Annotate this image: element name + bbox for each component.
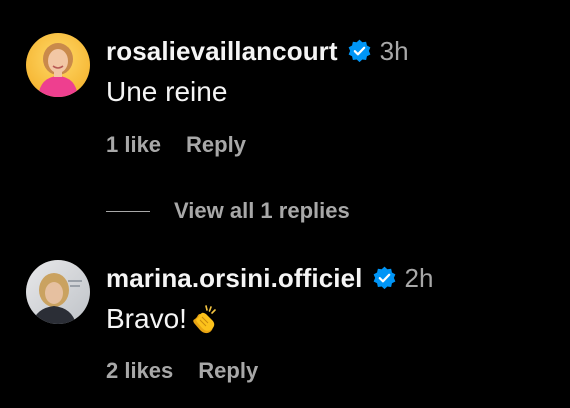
verified-badge-icon: [347, 39, 372, 64]
reply-button[interactable]: Reply: [198, 358, 258, 384]
comment-text: Bravo!: [106, 301, 221, 337]
verified-badge-icon: [372, 266, 397, 291]
comment-text: Une reine: [106, 76, 228, 107]
avatar[interactable]: [26, 33, 90, 97]
comment-header: marina.orsini.officiel 2h: [106, 263, 433, 294]
username[interactable]: marina.orsini.officiel: [106, 263, 363, 294]
comment-time: 2h: [404, 263, 434, 293]
comment-text-content: Bravo!: [106, 303, 187, 334]
view-replies-label: View all 1 replies: [174, 198, 350, 223]
comment-time: 3h: [379, 36, 409, 66]
username[interactable]: rosalievaillancourt: [106, 36, 338, 67]
comment-header: rosalievaillancourt 3h: [106, 36, 409, 67]
avatar[interactable]: [26, 260, 90, 324]
likes-count[interactable]: 2 likes: [106, 358, 173, 384]
comment-actions: 2 likes Reply: [106, 356, 258, 386]
comment-actions: 1 like Reply: [106, 130, 246, 160]
divider-line: [106, 210, 150, 212]
view-replies-button[interactable]: View all 1 replies: [106, 196, 350, 226]
reply-button[interactable]: Reply: [186, 132, 246, 158]
likes-count[interactable]: 1 like: [106, 132, 161, 158]
clapping-hands-icon: [189, 303, 221, 335]
